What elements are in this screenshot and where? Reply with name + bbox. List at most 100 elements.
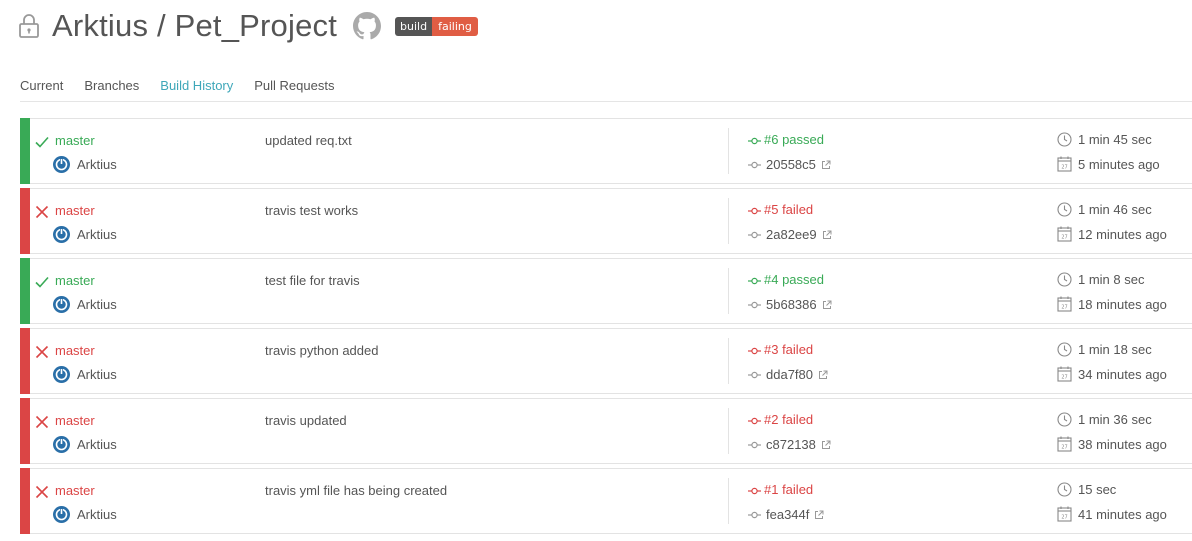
- calendar-icon: 27: [1057, 366, 1072, 382]
- branch-name[interactable]: master: [55, 413, 95, 428]
- commit-message: travis updated: [265, 413, 347, 428]
- external-link-icon: [822, 230, 832, 239]
- calendar-icon: 27: [1057, 506, 1072, 522]
- status-bar: [20, 328, 30, 394]
- tab-pull-requests[interactable]: Pull Requests: [254, 78, 334, 102]
- branch-name[interactable]: master: [55, 483, 95, 498]
- commit-sha: 5b68386: [766, 297, 817, 312]
- external-link-icon: [821, 160, 831, 169]
- tab-branches[interactable]: Branches: [84, 78, 139, 102]
- build-finished-ago: 38 minutes ago: [1078, 437, 1167, 452]
- tab-build-history[interactable]: Build History: [160, 78, 234, 102]
- commit-sha-link[interactable]: c872138: [766, 437, 831, 452]
- github-icon[interactable]: [353, 12, 382, 40]
- author-name: Arktius: [77, 157, 117, 172]
- build-row[interactable]: master Arktius updated req.txt #6 passed 205…: [20, 118, 1192, 184]
- branch-name[interactable]: master: [55, 343, 95, 358]
- build-number[interactable]: #2 failed: [764, 412, 813, 427]
- check-icon: [35, 136, 49, 148]
- repo-title: Arktius / Pet_Project: [52, 8, 338, 43]
- build-row[interactable]: master Arktius travis yml file has being c…: [20, 468, 1192, 534]
- build-duration: 15 sec: [1078, 482, 1117, 497]
- clock-icon: [1057, 202, 1072, 217]
- build-duration: 1 min 18 sec: [1078, 342, 1152, 357]
- build-status-badge[interactable]: build failing: [395, 16, 478, 36]
- commit-icon: [748, 161, 761, 169]
- status-bar: [20, 398, 30, 464]
- commit-icon: [748, 371, 761, 379]
- tab-current[interactable]: Current: [20, 78, 63, 102]
- calendar-icon: 27: [1057, 436, 1072, 452]
- svg-text:27: 27: [1061, 235, 1067, 241]
- commit-icon: [748, 487, 761, 495]
- avatar: [53, 156, 70, 173]
- author-name: Arktius: [77, 507, 117, 522]
- commit-sha-link[interactable]: fea344f: [766, 507, 824, 522]
- build-number[interactable]: #4 passed: [764, 272, 824, 287]
- build-row[interactable]: master Arktius travis updated #2 failed c872…: [20, 398, 1192, 464]
- cross-icon: [35, 415, 49, 429]
- status-bar: [20, 118, 30, 184]
- build-finished-ago: 18 minutes ago: [1078, 297, 1167, 312]
- commit-sha: 2a82ee9: [766, 227, 817, 242]
- column-divider: [728, 338, 729, 384]
- commit-message: travis test works: [265, 203, 359, 218]
- external-link-icon: [821, 440, 831, 449]
- commit-sha-link[interactable]: 2a82ee9: [766, 227, 832, 242]
- branch-name[interactable]: master: [55, 203, 95, 218]
- calendar-icon: 27: [1057, 296, 1072, 312]
- branch-name[interactable]: master: [55, 273, 95, 288]
- clock-icon: [1057, 482, 1072, 497]
- svg-text:27: 27: [1061, 375, 1067, 381]
- commit-message: travis python added: [265, 343, 379, 358]
- tabs-divider: [20, 101, 1192, 102]
- cross-icon: [35, 205, 49, 219]
- avatar: [53, 226, 70, 243]
- author-name: Arktius: [77, 297, 117, 312]
- cross-icon: [35, 485, 49, 499]
- commit-sha-link[interactable]: 20558c5: [766, 157, 831, 172]
- branch-name[interactable]: master: [55, 133, 95, 148]
- badge-status: failing: [432, 16, 478, 36]
- commit-icon: [748, 277, 761, 285]
- clock-icon: [1057, 272, 1072, 287]
- build-number[interactable]: #3 failed: [764, 342, 813, 357]
- avatar: [53, 506, 70, 523]
- column-divider: [728, 478, 729, 524]
- author-name: Arktius: [77, 227, 117, 242]
- build-finished-ago: 5 minutes ago: [1078, 157, 1160, 172]
- clock-icon: [1057, 342, 1072, 357]
- build-number[interactable]: #5 failed: [764, 202, 813, 217]
- build-row[interactable]: master Arktius test file for travis #4 pass…: [20, 258, 1192, 324]
- commit-icon: [748, 301, 761, 309]
- avatar: [53, 296, 70, 313]
- calendar-icon: 27: [1057, 226, 1072, 242]
- commit-sha: fea344f: [766, 507, 810, 522]
- svg-text:27: 27: [1061, 445, 1067, 451]
- build-number[interactable]: #6 passed: [764, 132, 824, 147]
- commit-sha: dda7f80: [766, 367, 813, 382]
- commit-icon: [748, 441, 761, 449]
- commit-icon: [748, 417, 761, 425]
- build-finished-ago: 12 minutes ago: [1078, 227, 1167, 242]
- build-finished-ago: 41 minutes ago: [1078, 507, 1167, 522]
- build-history-list: master Arktius updated req.txt #6 passed 205…: [20, 118, 1192, 538]
- cross-icon: [35, 345, 49, 359]
- build-row[interactable]: master Arktius travis python added #3 faile…: [20, 328, 1192, 394]
- build-duration: 1 min 8 sec: [1078, 272, 1145, 287]
- build-duration: 1 min 45 sec: [1078, 132, 1152, 147]
- commit-icon: [748, 347, 761, 355]
- check-icon: [35, 276, 49, 288]
- commit-icon: [748, 511, 761, 519]
- author-name: Arktius: [77, 437, 117, 452]
- repo-tabs: Current Branches Build History Pull Requ…: [20, 78, 355, 102]
- commit-message: updated req.txt: [265, 133, 352, 148]
- commit-sha-link[interactable]: dda7f80: [766, 367, 828, 382]
- status-bar: [20, 188, 30, 254]
- build-duration: 1 min 46 sec: [1078, 202, 1152, 217]
- commit-sha-link[interactable]: 5b68386: [766, 297, 832, 312]
- build-row[interactable]: master Arktius travis test works #5 failed 2…: [20, 188, 1192, 254]
- repo-header: Arktius / Pet_Project build failing: [18, 6, 478, 46]
- avatar: [53, 366, 70, 383]
- build-number[interactable]: #1 failed: [764, 482, 813, 497]
